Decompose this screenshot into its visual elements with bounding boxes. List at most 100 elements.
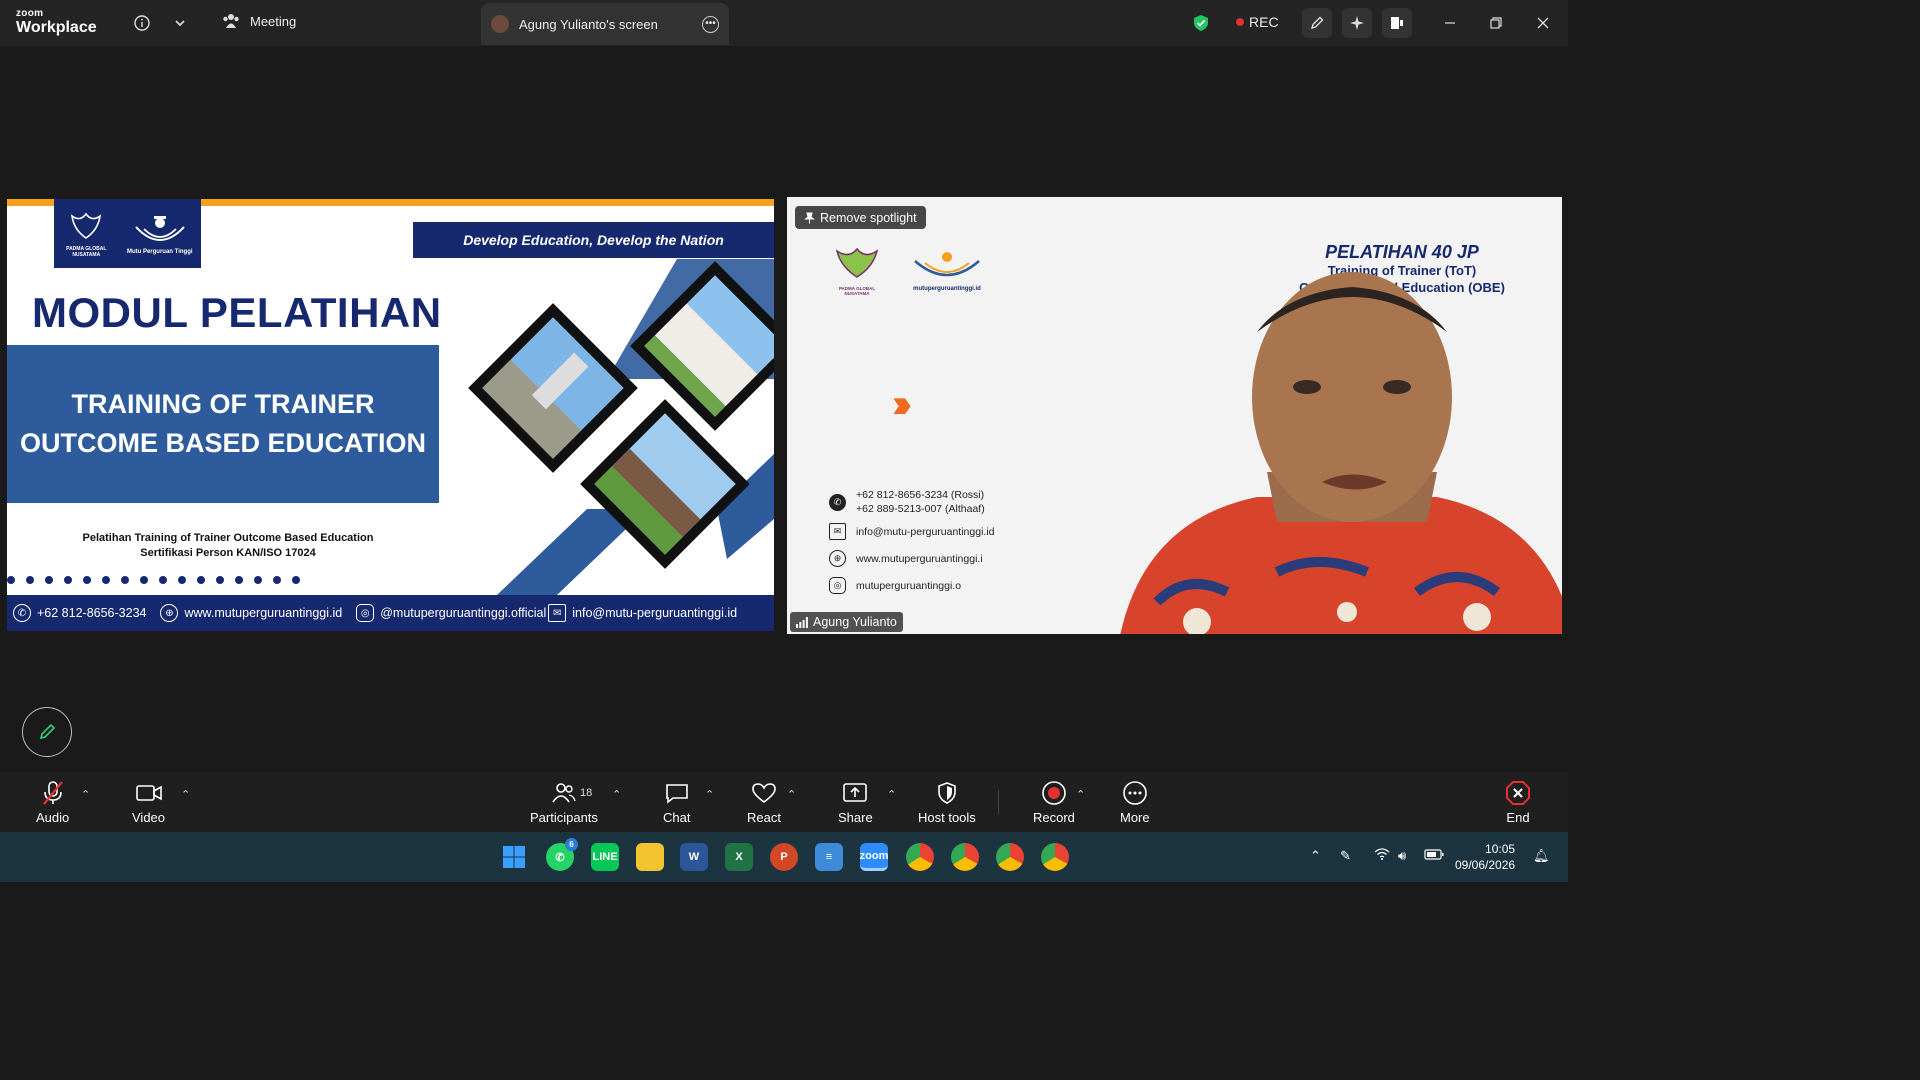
share-screen-icon bbox=[842, 780, 868, 806]
whatsapp-app-icon[interactable]: ✆ 6 bbox=[546, 838, 578, 871]
chrome-icon[interactable] bbox=[906, 843, 934, 871]
chat-options-caret-icon[interactable]: ⌃ bbox=[705, 788, 714, 801]
notification-bell-icon[interactable]: 🔔︎ bbox=[1533, 848, 1550, 864]
logo-line2: Workplace bbox=[16, 19, 97, 36]
side-panel-icon[interactable] bbox=[1382, 8, 1412, 38]
participants-options-caret-icon[interactable]: ⌃ bbox=[612, 788, 621, 801]
tray-pen-icon[interactable]: ✎ bbox=[1340, 848, 1351, 864]
mail-icon: ✉ bbox=[829, 523, 846, 540]
slide-title: MODUL PELATIHAN bbox=[32, 289, 442, 336]
participant-count: 18 bbox=[580, 787, 593, 799]
video-options-caret-icon[interactable]: ⌃ bbox=[181, 788, 190, 801]
host-tools-button[interactable]: Host tools bbox=[918, 780, 976, 825]
notepad-app-icon[interactable]: ≡ bbox=[815, 843, 843, 871]
mutu-perguruan-logo: mutuperguruantinggi.id bbox=[907, 245, 987, 295]
file-explorer-icon[interactable] bbox=[636, 843, 664, 871]
chrome-profile3-icon[interactable] bbox=[996, 843, 1024, 871]
chrome-profile4-icon[interactable] bbox=[1041, 843, 1069, 871]
logo-line1: zoom bbox=[16, 8, 44, 19]
react-button[interactable]: React bbox=[747, 780, 781, 825]
chevron-right-icon: ››› bbox=[892, 382, 912, 426]
chat-button[interactable]: Chat bbox=[663, 780, 690, 825]
signal-icon bbox=[796, 616, 808, 628]
chat-icon bbox=[665, 780, 689, 806]
heading-line1: PELATIHAN 40 JP bbox=[1325, 242, 1479, 262]
share-options-caret-icon[interactable]: ⌃ bbox=[887, 788, 896, 801]
instagram-icon: ◎ bbox=[829, 577, 846, 594]
mail-icon: ✉ bbox=[548, 604, 567, 622]
more-button[interactable]: More bbox=[1120, 780, 1150, 825]
speaker-video-tile[interactable]: Remove spotlight PADMA GLOBAL NUSATAMA m… bbox=[787, 197, 1562, 634]
powerpoint-app-icon[interactable]: P bbox=[770, 843, 798, 871]
padma-global-logo: PADMA GLOBAL NUSATAMA bbox=[56, 210, 116, 258]
muted-mic-icon bbox=[41, 780, 65, 806]
record-button[interactable]: Record bbox=[1033, 780, 1075, 825]
more-label: More bbox=[1120, 810, 1150, 825]
video-camera-icon bbox=[135, 780, 163, 806]
padma-global-logo: PADMA GLOBAL NUSATAMA bbox=[827, 245, 887, 296]
recording-indicator[interactable]: REC bbox=[1236, 14, 1279, 30]
campus-photo-collage bbox=[468, 259, 774, 595]
chat-label: Chat bbox=[663, 810, 691, 825]
annotate-pen-icon[interactable] bbox=[1302, 8, 1332, 38]
pin-icon bbox=[804, 212, 815, 223]
remove-spotlight-label: Remove spotlight bbox=[820, 210, 917, 225]
windows-start-icon[interactable] bbox=[500, 843, 528, 871]
restore-icon[interactable] bbox=[1485, 12, 1507, 34]
instagram-icon: ◎ bbox=[356, 604, 375, 622]
shield-check-icon[interactable] bbox=[1190, 12, 1212, 34]
react-options-caret-icon[interactable]: ⌃ bbox=[787, 788, 796, 801]
contact-web: ⊕ www.mutuperguruantinggi.i bbox=[829, 545, 995, 572]
annotation-pen-button[interactable] bbox=[22, 707, 72, 757]
screen-tab-label: Agung Yulianto's screen bbox=[519, 16, 658, 32]
tray-overflow-chevron-icon[interactable]: ⌃ bbox=[1310, 848, 1321, 864]
audio-options-caret-icon[interactable]: ⌃ bbox=[81, 788, 90, 801]
meeting-tab[interactable]: Meeting bbox=[222, 13, 296, 29]
audio-label: Audio bbox=[36, 810, 70, 825]
zoom-app-icon[interactable]: zoom bbox=[860, 843, 888, 871]
video-button[interactable]: Video bbox=[132, 780, 165, 825]
shared-screen-slide: PADMA GLOBAL NUSATAMA Mutu Perguruan Tin… bbox=[7, 199, 774, 631]
meeting-toolbar: Audio ⌃ Video ⌃ Participants 18 ⌃ Chat ⌃… bbox=[0, 772, 1568, 832]
share-button[interactable]: Share bbox=[838, 780, 873, 825]
info-icon[interactable] bbox=[131, 12, 153, 34]
battery-icon[interactable] bbox=[1424, 848, 1444, 863]
footer-phone-text: +62 812-8656-3234 bbox=[37, 606, 147, 620]
shared-screen-tab[interactable]: Agung Yulianto's screen ••• bbox=[481, 3, 729, 45]
record-options-caret-icon[interactable]: ⌃ bbox=[1076, 788, 1085, 801]
globe-icon: ⊕ bbox=[160, 604, 179, 622]
contact-phone: ✆ +62 812-8656-3234 (Rossi) +62 889-5213… bbox=[829, 486, 995, 518]
heart-icon bbox=[751, 780, 777, 806]
more-options-icon[interactable]: ••• bbox=[702, 15, 719, 33]
minimize-icon[interactable] bbox=[1439, 12, 1461, 34]
line-app-icon[interactable]: LINE bbox=[591, 843, 619, 871]
chrome-profile2-icon[interactable] bbox=[951, 843, 979, 871]
participant-name-tag: Agung Yulianto bbox=[790, 612, 903, 632]
training-title-box: TRAINING OF TRAINER OUTCOME BASED EDUCAT… bbox=[7, 345, 439, 503]
footer-web: ⊕ www.mutuperguruantinggi.id bbox=[160, 604, 342, 622]
slide-motto: Develop Education, Develop the Nation bbox=[413, 222, 774, 258]
remove-spotlight-button[interactable]: Remove spotlight bbox=[795, 206, 926, 229]
excel-app-icon[interactable]: X bbox=[725, 843, 753, 871]
contact-ig-text: mutuperguruantinggi.o bbox=[856, 579, 962, 592]
react-label: React bbox=[747, 810, 781, 825]
record-icon bbox=[1041, 780, 1067, 806]
ai-companion-icon[interactable] bbox=[1342, 8, 1372, 38]
footer-email: ✉ info@mutu-perguruantinggi.id bbox=[548, 604, 737, 622]
footer-web-text: www.mutuperguruantinggi.id bbox=[184, 606, 343, 620]
end-label: End bbox=[1506, 810, 1530, 825]
volume-icon[interactable]: 🔊︎ bbox=[1398, 848, 1406, 864]
wifi-icon[interactable] bbox=[1374, 848, 1390, 863]
chevron-down-icon[interactable] bbox=[169, 12, 191, 34]
system-clock[interactable]: 10:05 09/06/2026 bbox=[1455, 841, 1515, 873]
audio-button[interactable]: Audio bbox=[36, 780, 69, 825]
end-meeting-button[interactable]: End bbox=[1505, 780, 1531, 825]
shield-icon bbox=[936, 780, 958, 806]
padma-global-text: PADMA GLOBAL NUSATAMA bbox=[66, 245, 107, 258]
close-icon[interactable] bbox=[1532, 12, 1554, 34]
meeting-label: Meeting bbox=[250, 13, 297, 29]
word-app-icon[interactable]: W bbox=[680, 843, 708, 871]
video-label: Video bbox=[132, 810, 166, 825]
subtitle-line1: Pelatihan Training of Trainer Outcome Ba… bbox=[82, 532, 374, 544]
contact-email-text: info@mutu-perguruantinggi.id bbox=[856, 525, 995, 538]
